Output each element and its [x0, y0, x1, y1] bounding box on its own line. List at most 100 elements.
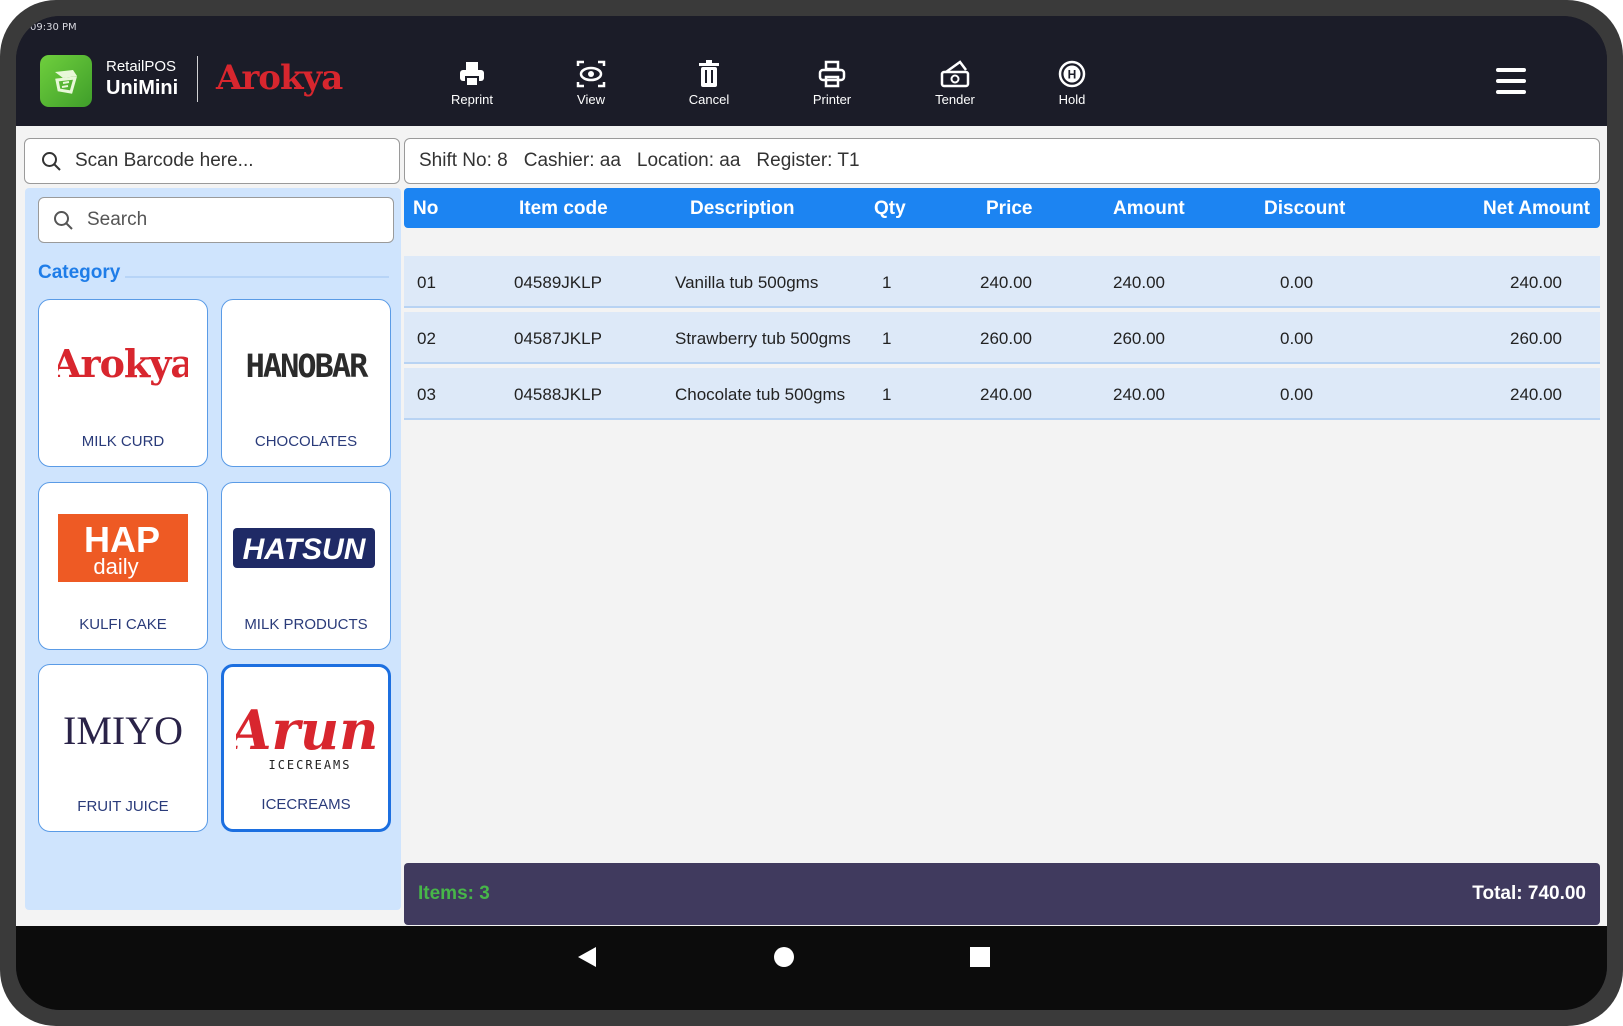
reprint-icon: [460, 62, 484, 87]
order-summary-bar: Items: 3 Total: 740.00: [404, 863, 1600, 925]
cell-no: 01: [417, 273, 436, 292]
category-name: FRUIT JUICE: [77, 798, 169, 815]
cell-price: 240.00: [980, 385, 1032, 404]
hatsun-logo: HATSUN: [222, 483, 390, 613]
items-count: Items: 3: [418, 883, 490, 904]
order-total: Total: 740.00: [1472, 883, 1586, 904]
tender-label: Tender: [935, 92, 975, 107]
category-card-icecreams[interactable]: Arun ICECREAMS ICECREAMS: [221, 664, 391, 832]
svg-text:Arokya: Arokya: [58, 341, 188, 386]
brand-line1: RetailPOS: [106, 58, 177, 75]
svg-text:HATSUN: HATSUN: [243, 533, 367, 566]
column-header-qty: Qty: [874, 198, 906, 219]
category-name: KULFI CAKE: [79, 616, 167, 633]
tender-button[interactable]: Tender: [915, 60, 995, 107]
brand-name: RetailPOS UniMini: [106, 58, 178, 100]
back-icon[interactable]: [576, 945, 598, 974]
cancel-button[interactable]: Cancel: [669, 60, 749, 107]
column-header-price: Price: [986, 198, 1033, 219]
svg-text:daily: daily: [93, 554, 138, 579]
category-card-milk-products[interactable]: HATSUN MILK PRODUCTS: [221, 482, 391, 650]
cell-discount: 0.00: [1280, 385, 1314, 404]
printer-button[interactable]: Printer: [792, 60, 872, 107]
arun-icecreams-logo: Arun ICECREAMS: [224, 667, 388, 797]
svg-text:ICECREAMS: ICECREAMS: [268, 758, 351, 772]
android-nav-bar: [16, 926, 1607, 1010]
reprint-button[interactable]: Reprint: [432, 60, 512, 107]
hamburger-menu-icon[interactable]: [1496, 68, 1526, 98]
column-header-no: No: [413, 198, 439, 219]
cell-amount: 260.00: [1113, 329, 1165, 348]
category-sidebar: Search Category Arokya MILK CURD HANOBAR…: [25, 188, 401, 910]
barcode-placeholder: Scan Barcode here...: [75, 150, 254, 171]
hap-daily-logo: HAP daily: [39, 483, 207, 613]
hold-button[interactable]: H Hold: [1032, 60, 1112, 107]
cell-qty: 1: [882, 329, 892, 348]
home-icon[interactable]: [773, 946, 795, 973]
column-header-item-code: Item code: [519, 198, 608, 219]
shift-number: Shift No: 8: [419, 150, 508, 171]
top-app-bar: 09:30 PM RetailPOS UniMini Arokya Reprin…: [16, 16, 1607, 126]
tender-icon: [940, 60, 970, 88]
cancel-label: Cancel: [688, 92, 730, 107]
location-name: Location: aa: [636, 150, 741, 171]
register-name: Register: T1: [756, 150, 860, 171]
cell-net-amount: 240.00: [1510, 273, 1562, 292]
tablet-frame: 09:30 PM RetailPOS UniMini Arokya Reprin…: [0, 0, 1623, 1026]
table-header: No Item code Description Qty Price Amoun…: [404, 188, 1600, 228]
category-name: MILK PRODUCTS: [244, 616, 368, 633]
cell-no: 02: [417, 329, 436, 348]
hold-icon: H: [1058, 60, 1086, 88]
svg-text:H: H: [1068, 68, 1077, 82]
view-icon: [576, 60, 606, 88]
cell-qty: 1: [882, 273, 892, 292]
category-card-fruit-juice[interactable]: IMIYO FRUIT JUICE: [38, 664, 208, 832]
search-icon: [54, 211, 73, 230]
cell-net-amount: 240.00: [1510, 385, 1562, 404]
table-row[interactable]: 03 04588JKLP Chocolate tub 500gms 1 240.…: [404, 368, 1600, 420]
search-input[interactable]: Search: [38, 197, 394, 243]
view-button[interactable]: View: [551, 60, 631, 107]
category-card-chocolates[interactable]: HANOBAR CHOCOLATES: [221, 299, 391, 467]
svg-text:HANOBAR: HANOBAR: [246, 347, 370, 385]
recents-icon[interactable]: [969, 946, 991, 973]
category-card-kulfi-cake[interactable]: HAP daily KULFI CAKE: [38, 482, 208, 650]
cell-description: Chocolate tub 500gms: [675, 385, 846, 404]
column-header-description: Description: [690, 198, 795, 219]
category-name: MILK CURD: [81, 433, 165, 450]
cell-item-code: 04588JKLP: [514, 385, 602, 404]
barcode-input[interactable]: Scan Barcode here...: [24, 138, 400, 184]
status-time: 09:30 PM: [30, 22, 77, 33]
brand-divider: [197, 56, 198, 102]
app-logo-icon: [40, 55, 92, 107]
cell-net-amount: 260.00: [1510, 329, 1562, 348]
cell-item-code: 04589JKLP: [514, 273, 602, 292]
main-content: Scan Barcode here... Shift No: 8 Cashier…: [16, 126, 1607, 926]
cell-discount: 0.00: [1280, 273, 1314, 292]
arokya-logo: Arokya: [39, 300, 207, 430]
cell-amount: 240.00: [1113, 385, 1165, 404]
category-card-milk-curd[interactable]: Arokya MILK CURD: [38, 299, 208, 467]
table-row[interactable]: 02 04587JKLP Strawberry tub 500gms 1 260…: [404, 312, 1600, 364]
partner-logo: Arokya: [216, 58, 343, 98]
column-header-discount: Discount: [1264, 198, 1346, 219]
printer-icon: [818, 60, 846, 88]
printer-label: Printer: [812, 92, 852, 107]
category-name: ICECREAMS: [261, 796, 351, 813]
category-divider: [125, 276, 389, 278]
hanobar-logo: HANOBAR: [222, 300, 390, 430]
cashier-name: Cashier: aa: [523, 150, 621, 171]
cell-price: 240.00: [980, 273, 1032, 292]
cell-qty: 1: [882, 385, 892, 404]
column-header-net-amount: Net Amount: [1483, 198, 1590, 219]
brand-line2: UniMini: [106, 77, 179, 99]
search-placeholder: Search: [87, 209, 148, 230]
view-label: View: [577, 92, 605, 107]
hold-label: Hold: [1058, 92, 1086, 107]
cell-discount: 0.00: [1280, 329, 1314, 348]
imiyo-logo: IMIYO: [39, 665, 207, 795]
cell-item-code: 04587JKLP: [514, 329, 602, 348]
screen: 09:30 PM RetailPOS UniMini Arokya Reprin…: [16, 16, 1607, 1010]
column-header-amount: Amount: [1113, 198, 1185, 219]
table-row[interactable]: 01 04589JKLP Vanilla tub 500gms 1 240.00…: [404, 256, 1600, 308]
